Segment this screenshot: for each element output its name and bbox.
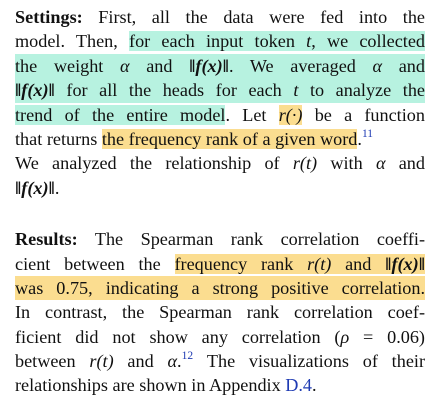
line: ‖f(x)‖.: [15, 176, 425, 200]
text-run: = 0.06): [349, 326, 425, 347]
text-run: .: [54, 177, 60, 198]
highlight-yellow: frequency rank r(t) and ‖f(x)‖: [174, 253, 425, 274]
line: relationships are shown in Appendix D.4.: [15, 373, 425, 397]
math-norm: ‖f(x)‖: [189, 55, 229, 76]
highlight-green: for each input token t, we collected: [129, 31, 425, 52]
line: We analyzed the relationship of r(t) wit…: [15, 151, 425, 175]
line: cient between the frequency rank r(t) an…: [15, 252, 425, 276]
text-run: frequency rank: [174, 253, 308, 274]
text-run: The visualizations of their: [193, 351, 425, 372]
settings-heading: Settings:: [15, 7, 83, 27]
text-run: relationships are shown in Appendix: [15, 375, 286, 396]
text-run: with: [317, 153, 376, 174]
line-highlight-yellow: was 0.75, indicating a strong positive c…: [15, 275, 425, 301]
text-run: between: [15, 351, 90, 372]
line-highlight-green: ‖f(x)‖ for all the heads for each t to a…: [15, 78, 425, 103]
math-norm: ‖f(x)‖: [385, 253, 425, 274]
line: trend of the entire model. Let r(·) be a…: [15, 103, 425, 127]
line: ficient did not show any correlation (ρ …: [15, 325, 425, 349]
text-run: and: [129, 55, 190, 76]
math-var: α: [120, 55, 130, 76]
line: that returns the frequency rank of a giv…: [15, 127, 425, 151]
text-run: be a function: [302, 104, 425, 125]
math-func: r(·): [278, 104, 303, 125]
text-run: to analyze the: [298, 80, 425, 101]
settings-paragraph: Settings: First, all the data were fed i…: [15, 5, 425, 200]
text-run: and: [331, 253, 386, 274]
footnote-12-link[interactable]: 12: [182, 350, 194, 362]
line: In contrast, the Spearman rank correlati…: [15, 302, 425, 323]
line-highlight-green: the weight α and ‖f(x)‖. We averaged α a…: [15, 53, 425, 79]
text-run: model. Then,: [15, 31, 130, 52]
results-heading: Results:: [15, 229, 78, 250]
text-run: for all the heads for each: [54, 80, 294, 101]
text-run: We averaged: [233, 55, 373, 76]
math-var: ρ: [340, 326, 350, 347]
text-run: ficient did not show any correlation (: [15, 326, 341, 347]
math-norm: ‖f(x)‖: [15, 80, 55, 101]
line: Settings: First, all the data were fed i…: [15, 5, 425, 29]
math-func: r(t): [292, 153, 318, 174]
line: between r(t) and α.12 The visualizations…: [15, 349, 425, 373]
line: model. Then, for each input token t, we …: [15, 29, 425, 53]
text-run: cient between the: [15, 253, 175, 274]
highlight-green: trend of the entire model: [15, 104, 226, 125]
text-run: and: [382, 55, 425, 76]
math-func: r(t): [89, 351, 114, 372]
text-run: The Spearman rank correlation coeffi-: [94, 229, 425, 250]
text-run: the weight: [15, 55, 121, 76]
line: Results: The Spearman rank correlation c…: [15, 227, 425, 251]
text-run: .: [312, 375, 317, 396]
footnote-11-link[interactable]: 11: [362, 128, 373, 140]
text-excerpt: Settings: First, all the data were fed i…: [15, 5, 425, 398]
math-var: α: [167, 351, 178, 372]
results-paragraph: Results: The Spearman rank correlation c…: [15, 227, 425, 398]
text-run: . Let: [225, 104, 279, 125]
highlight-yellow: the frequency rank of a given word: [101, 128, 358, 149]
text-run: for each input token: [129, 31, 307, 52]
text-run: We analyzed the relationship of: [15, 153, 293, 174]
text-run: , we collected: [311, 31, 425, 52]
math-func: r(t): [307, 253, 332, 274]
text-run: and: [385, 153, 425, 174]
text-run: First, all the data were fed into the: [98, 7, 425, 27]
appendix-d4-link[interactable]: D.4: [285, 375, 312, 395]
math-var: α: [372, 55, 383, 76]
text-run: that returns: [15, 128, 102, 149]
text-run: and: [113, 351, 168, 372]
math-norm: ‖f(x)‖: [15, 177, 55, 198]
